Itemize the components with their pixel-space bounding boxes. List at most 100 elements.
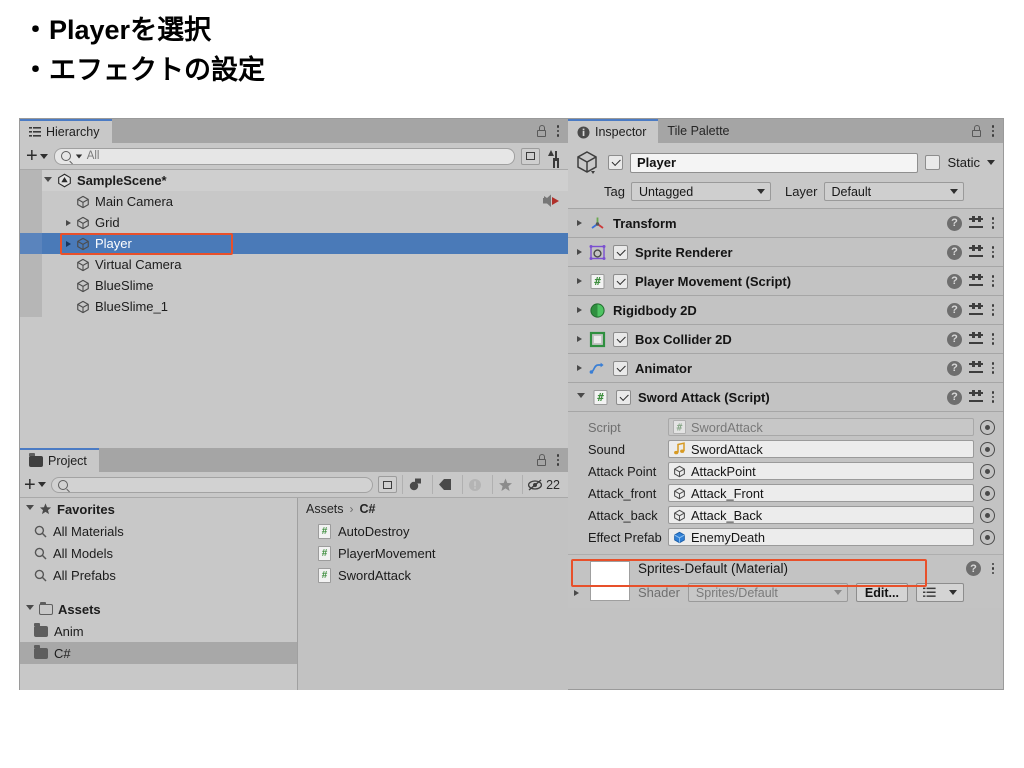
hidden-assets-toggle[interactable]: 22 (522, 475, 564, 494)
chevron-right-icon[interactable] (577, 336, 582, 342)
shader-dropdown[interactable]: Sprites/Default (687, 583, 848, 602)
preset-icon[interactable] (969, 274, 984, 288)
object-picker-button[interactable] (980, 463, 995, 479)
property-object-field[interactable]: Attack_Front (668, 484, 974, 502)
chevron-down-icon[interactable] (26, 505, 34, 513)
chevron-down-icon[interactable] (577, 393, 585, 401)
project-file-item[interactable]: # SwordAttack (298, 564, 568, 586)
component-enabled-checkbox[interactable] (616, 389, 631, 405)
project-tree-header[interactable]: Assets (20, 598, 297, 620)
project-tree-item[interactable]: All Materials (20, 520, 297, 542)
component-enabled-checkbox[interactable] (613, 331, 628, 347)
help-icon[interactable]: ? (947, 302, 962, 318)
component-enabled-checkbox[interactable] (613, 244, 628, 260)
component-menu-icon[interactable] (991, 216, 995, 230)
shader-edit-button[interactable]: Edit... (855, 583, 908, 602)
material-menu-icon[interactable] (991, 562, 995, 576)
warning-filter-button[interactable] (462, 475, 487, 494)
chevron-right-icon[interactable] (577, 249, 582, 255)
component-menu-icon[interactable] (991, 361, 995, 375)
project-tree-header[interactable]: Favorites (20, 498, 297, 520)
project-window-button[interactable] (378, 476, 398, 493)
filter-by-type-button[interactable] (402, 475, 427, 494)
project-search-input[interactable] (50, 476, 374, 493)
hierarchy-item[interactable]: Virtual Camera (20, 254, 568, 275)
preset-icon[interactable] (969, 390, 984, 404)
help-icon[interactable]: ? (966, 561, 981, 576)
component-header[interactable]: # Sword Attack (Script)? (568, 383, 1003, 412)
property-object-field[interactable]: EnemyDeath (668, 528, 974, 546)
property-object-field[interactable]: # SwordAttack (668, 418, 974, 436)
object-enabled-checkbox[interactable] (608, 155, 623, 170)
lock-icon[interactable] (536, 125, 547, 137)
hierarchy-item[interactable]: BlueSlime_1 (20, 296, 568, 317)
object-picker-button[interactable] (980, 419, 995, 435)
help-icon[interactable]: ? (947, 273, 962, 289)
hierarchy-item[interactable]: SampleScene* (20, 170, 568, 191)
project-menu-icon[interactable] (556, 453, 560, 467)
inspector-menu-icon[interactable] (991, 124, 995, 138)
component-header[interactable]: Sprite Renderer? (568, 238, 1003, 267)
component-header[interactable]: Animator? (568, 354, 1003, 383)
sort-icon[interactable] (546, 148, 562, 164)
preset-icon[interactable] (969, 216, 984, 230)
component-enabled-checkbox[interactable] (613, 360, 628, 376)
hierarchy-item[interactable]: Main Camera (20, 191, 568, 212)
help-icon[interactable]: ? (947, 389, 962, 405)
hierarchy-item-selected[interactable]: Player (20, 233, 568, 254)
help-icon[interactable]: ? (947, 360, 962, 376)
component-header[interactable]: Transform? (568, 209, 1003, 238)
help-icon[interactable]: ? (947, 331, 962, 347)
material-expand-arrow-icon[interactable] (574, 590, 579, 596)
project-tree-item[interactable]: Anim (20, 620, 297, 642)
chevron-down-icon[interactable] (26, 605, 34, 613)
project-file-item[interactable]: # AutoDestroy (298, 520, 568, 542)
hierarchy-search-input[interactable]: All (53, 147, 515, 165)
chevron-right-icon[interactable] (577, 365, 582, 371)
project-tree-item[interactable]: C# (20, 642, 297, 664)
object-picker-button[interactable] (980, 441, 995, 457)
component-menu-icon[interactable] (991, 390, 995, 404)
preset-icon[interactable] (969, 361, 984, 375)
object-picker-button[interactable] (980, 485, 995, 501)
object-name-field[interactable]: Player (630, 152, 919, 173)
component-menu-icon[interactable] (991, 332, 995, 346)
hierarchy-add-button[interactable]: + (26, 146, 48, 166)
component-enabled-checkbox[interactable] (613, 273, 628, 289)
hierarchy-menu-icon[interactable] (556, 124, 560, 138)
chevron-right-icon[interactable] (66, 240, 71, 247)
object-picker-button[interactable] (980, 529, 995, 545)
chevron-right-icon[interactable] (577, 278, 582, 284)
hierarchy-window-button[interactable] (521, 147, 540, 165)
preset-icon[interactable] (969, 332, 984, 346)
property-object-field[interactable]: Attack_Back (668, 506, 974, 524)
shader-preset-button[interactable] (915, 583, 964, 602)
hierarchy-item[interactable]: BlueSlime (20, 275, 568, 296)
tab-tile-palette[interactable]: Tile Palette (658, 119, 742, 143)
property-object-field[interactable]: AttackPoint (668, 462, 974, 480)
hierarchy-item[interactable]: Grid (20, 212, 568, 233)
preset-icon[interactable] (969, 303, 984, 317)
chevron-right-icon[interactable] (66, 219, 71, 226)
static-dropdown-chevron-icon[interactable] (987, 160, 995, 165)
component-header[interactable]: Rigidbody 2D? (568, 296, 1003, 325)
tab-hierarchy[interactable]: Hierarchy (20, 119, 112, 143)
filter-by-label-button[interactable] (432, 475, 457, 494)
help-icon[interactable]: ? (947, 244, 962, 260)
project-tree-item[interactable]: All Prefabs (20, 564, 297, 586)
component-menu-icon[interactable] (991, 245, 995, 259)
preset-icon[interactable] (969, 245, 984, 259)
static-checkbox[interactable] (925, 155, 941, 170)
component-menu-icon[interactable] (991, 274, 995, 288)
breadcrumb-root[interactable]: Assets (306, 502, 344, 516)
chevron-right-icon[interactable] (577, 307, 582, 313)
chevron-down-icon[interactable] (44, 176, 52, 185)
help-icon[interactable]: ? (947, 215, 962, 231)
layer-dropdown[interactable]: Default (823, 182, 964, 201)
project-tree-item[interactable]: All Models (20, 542, 297, 564)
project-file-item[interactable]: # PlayerMovement (298, 542, 568, 564)
project-add-button[interactable]: + (24, 475, 46, 495)
chevron-right-icon[interactable] (577, 220, 582, 226)
lock-icon[interactable] (971, 125, 982, 137)
component-header[interactable]: Box Collider 2D? (568, 325, 1003, 354)
